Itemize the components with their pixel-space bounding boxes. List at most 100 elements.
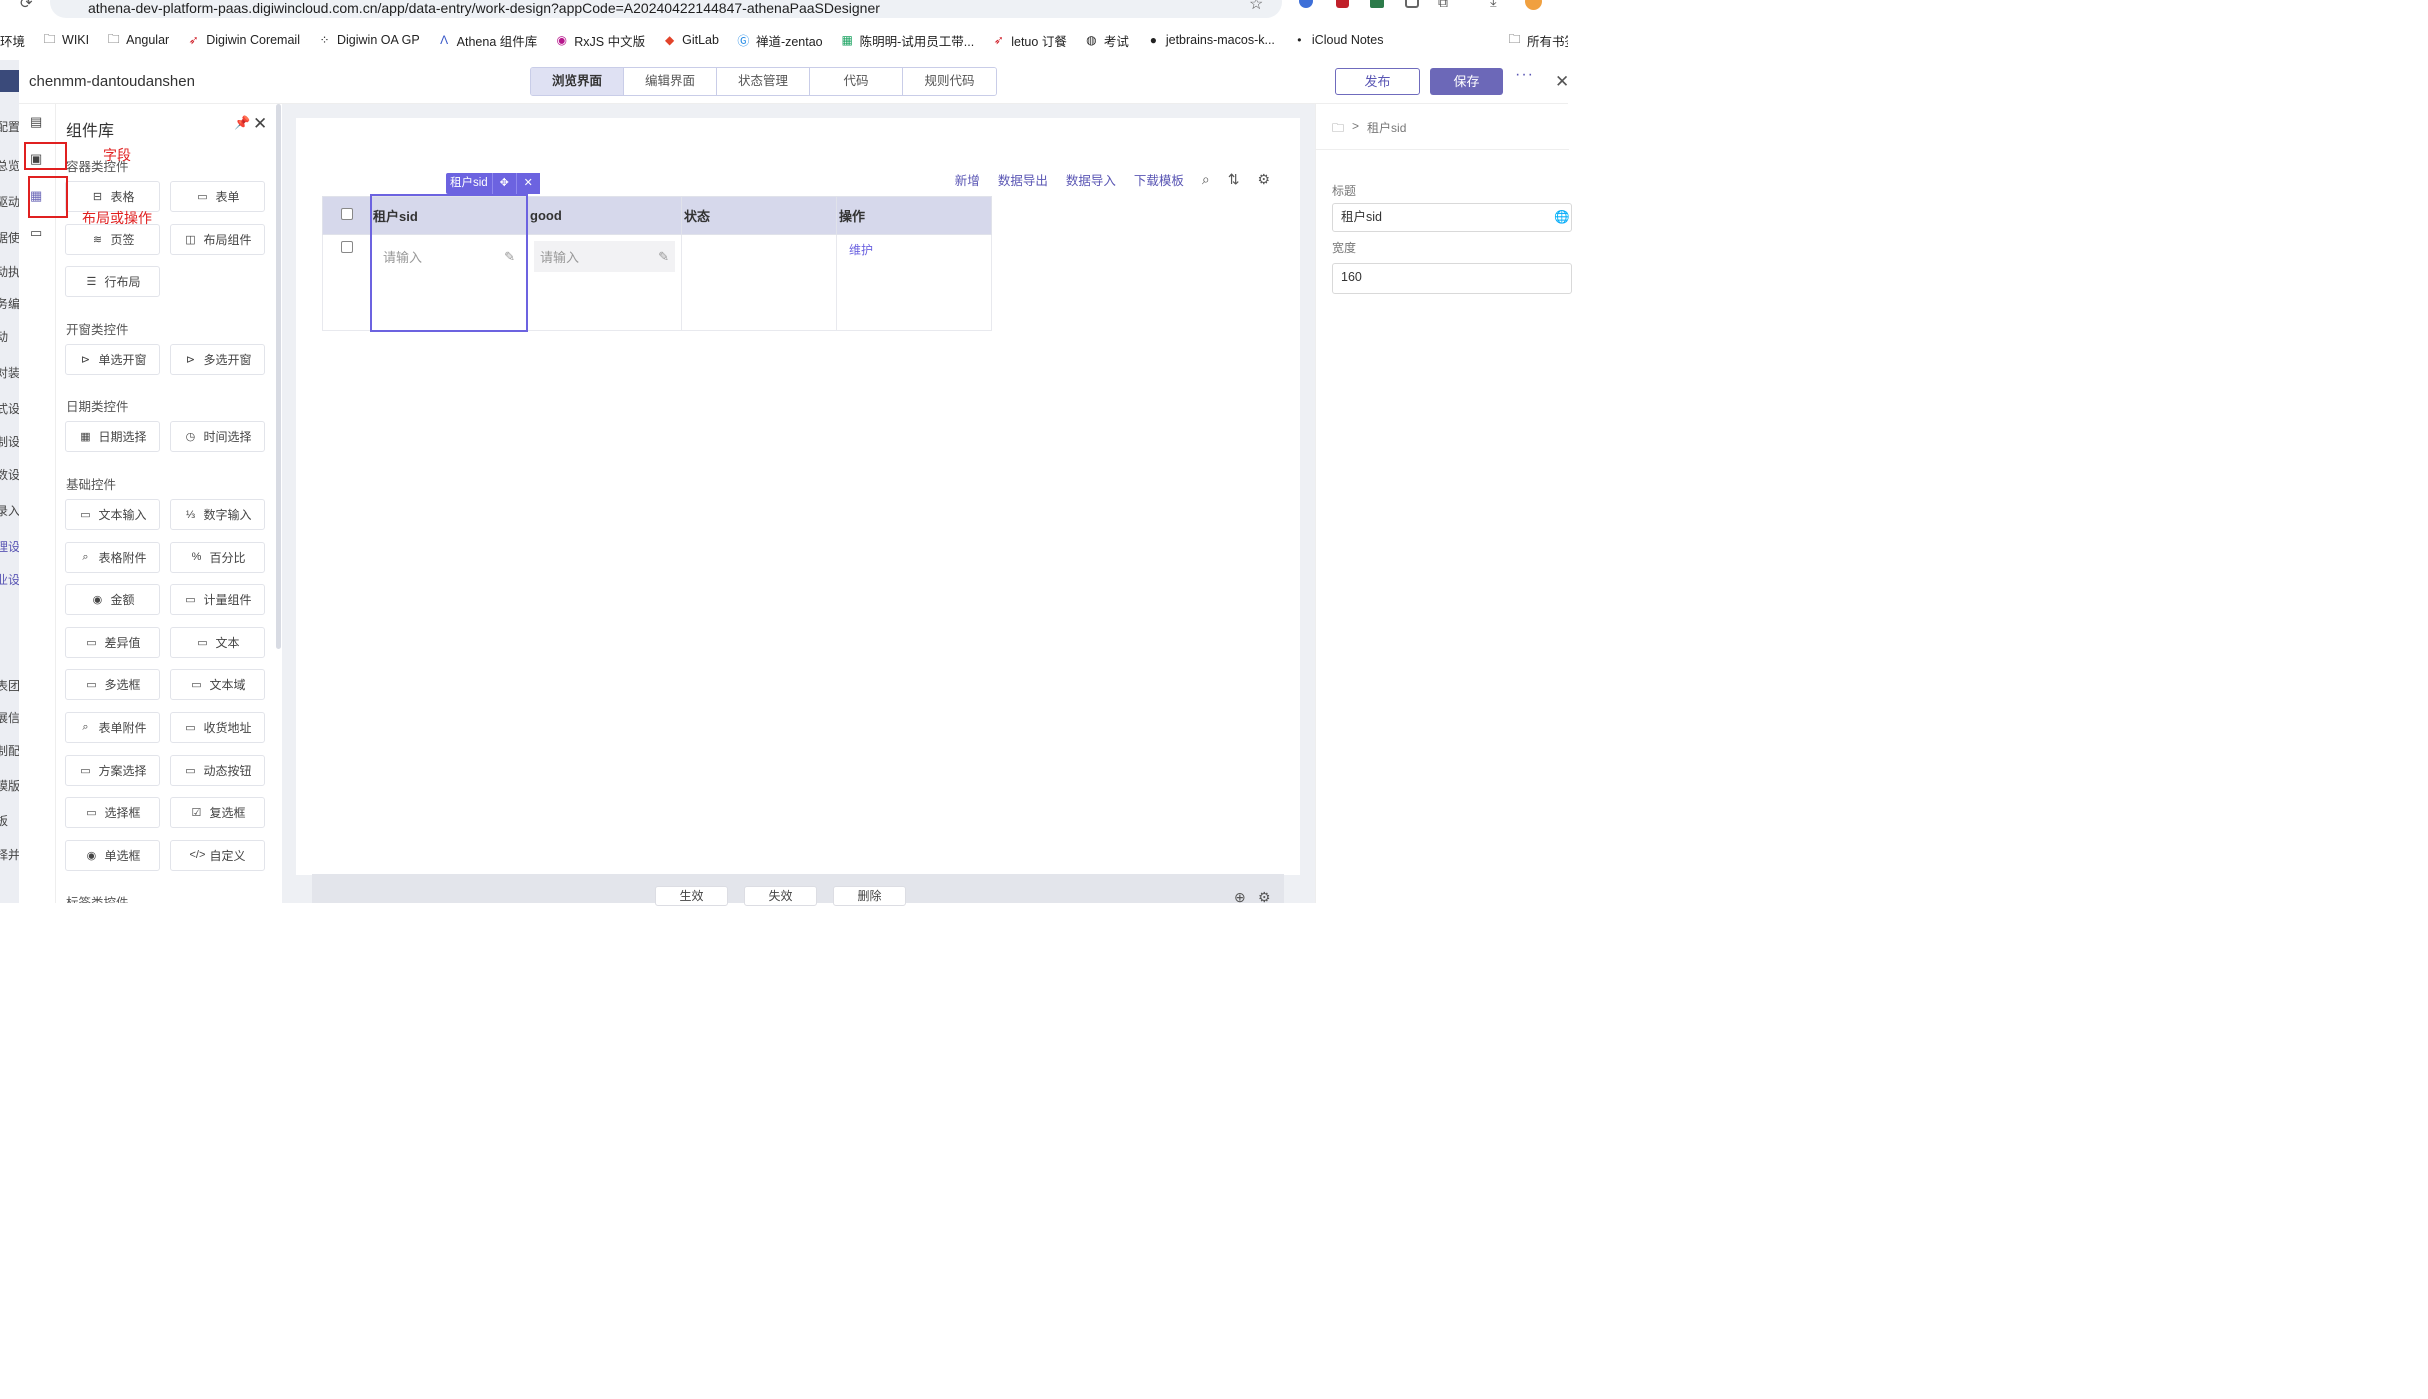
bookmark-item[interactable]: ◉ RxJS 中文版 [554, 31, 646, 50]
tab-code[interactable]: 代码 [810, 68, 903, 95]
column-header[interactable]: 操作 [836, 196, 992, 235]
title-field[interactable]: 租户sid 🌐 [1332, 203, 1572, 232]
tab-edit[interactable]: 编辑界面 [624, 68, 717, 95]
address-field[interactable]: athena-dev-platform-paas.digiwincloud.co… [50, 0, 1282, 18]
component-button[interactable]: % 百分比 [170, 541, 265, 573]
component-button[interactable]: ◉ 金额 [65, 584, 160, 616]
extension-icon[interactable] [1336, 0, 1349, 8]
settings-icon[interactable]: ⚙ [1258, 889, 1271, 906]
component-button[interactable]: ◉ 单选框 [65, 839, 160, 871]
component-button[interactable]: ▭ 表单 [170, 181, 265, 212]
component-button[interactable]: ▭ 选择框 [65, 797, 160, 829]
component-button[interactable]: ▭ 差异值 [65, 626, 160, 658]
row-checkbox[interactable] [340, 241, 353, 253]
bookmark-item[interactable]: 🗀 WIKI [42, 30, 90, 51]
extension-icon[interactable] [1299, 0, 1313, 8]
delete-button[interactable]: 删除 [833, 886, 906, 906]
component-button[interactable]: </> 自定义 [170, 839, 265, 871]
component-button[interactable]: ▭ 文本域 [170, 669, 265, 701]
edit-icon[interactable]: ✎ [658, 249, 669, 265]
close-icon[interactable]: ✕ [1555, 72, 1569, 92]
nav-item[interactable]: 制设 [0, 433, 19, 450]
nav-item[interactable]: 板 [0, 812, 8, 829]
nav-item[interactable]: 展信 [0, 709, 19, 726]
component-button[interactable]: ☑ 复选框 [170, 797, 265, 829]
panel-scrollbar[interactable] [276, 104, 281, 649]
maintain-link[interactable]: 维护 [849, 243, 873, 257]
nav-item[interactable]: 动执 [0, 263, 19, 280]
import-button[interactable]: 数据导入 [1066, 170, 1116, 189]
delete-icon[interactable]: ✕ [515, 173, 540, 194]
component-button[interactable]: ▭ 文本 [170, 626, 265, 658]
move-icon[interactable]: ✥ [491, 173, 516, 194]
search-icon[interactable]: ⌕ [1202, 171, 1210, 188]
nav-item[interactable]: 总览 [0, 157, 19, 174]
nav-item[interactable]: 制配 [0, 742, 19, 759]
component-button[interactable]: ⊳ 单选开窗 [65, 343, 160, 375]
publish-button[interactable]: 发布 [1335, 68, 1420, 95]
nav-item[interactable]: 数设 [0, 466, 19, 483]
bookmark-item[interactable]: • iCloud Notes [1292, 33, 1383, 47]
bookmark-item[interactable]: ➶ letuo 订餐 [991, 31, 1067, 50]
nav-item[interactable]: 理设 [0, 538, 19, 555]
component-button[interactable]: ⌕ 表单附件 [65, 712, 160, 743]
add-circle-icon[interactable]: ⊕ [1234, 889, 1246, 906]
save-button[interactable]: 保存 [1430, 68, 1503, 95]
tab-browse[interactable]: 浏览界面 [531, 68, 624, 95]
component-button[interactable]: ▭ 多选框 [65, 669, 160, 701]
star-icon[interactable]: ☆ [1249, 0, 1263, 14]
component-button[interactable]: ▦ 日期选择 [65, 421, 160, 453]
breadcrumb-item[interactable]: 租户sid [1367, 119, 1406, 140]
puzzle-icon[interactable]: ⧉ [1438, 0, 1448, 11]
nav-item[interactable]: 业设 [0, 571, 19, 588]
add-button[interactable]: 新增 [955, 170, 980, 189]
select-all-checkbox[interactable] [340, 208, 353, 220]
nav-item[interactable]: 择并 [0, 846, 19, 863]
bookmark-item[interactable]: ● jetbrains-macos-k... [1146, 33, 1275, 47]
download-icon[interactable]: ⤓ [1490, 0, 1497, 10]
component-button[interactable]: ▭ 动态按钮 [170, 754, 265, 786]
globe-icon[interactable]: 🌐 [1554, 204, 1570, 231]
component-button[interactable]: ☰ 行布局 [65, 266, 160, 298]
more-icon[interactable]: ··· [1515, 66, 1534, 84]
component-button[interactable]: ⅓ 数字输入 [170, 499, 265, 530]
nav-item[interactable]: 表团 [0, 677, 19, 694]
nav-item[interactable]: 动 [0, 328, 8, 345]
nav-item[interactable]: 式设 [0, 400, 19, 417]
nav-item[interactable]: 模版 [0, 777, 19, 794]
sort-icon[interactable]: ⇅ [1228, 171, 1240, 188]
pin-icon[interactable]: 📌 [234, 115, 250, 131]
bookmark-item[interactable]: ▦ 陈明明-试用员工带... [840, 31, 974, 50]
component-button[interactable]: ⊳ 多选开窗 [170, 343, 265, 375]
component-button[interactable]: ≋ 页签 [65, 223, 160, 255]
component-button[interactable]: ⌕ 表格附件 [65, 541, 160, 573]
column-header[interactable]: good [527, 196, 682, 235]
profile-avatar[interactable] [1525, 0, 1542, 10]
settings-icon[interactable]: ⚙ [1257, 171, 1270, 188]
good-input[interactable]: 请输入 ✎ [534, 241, 675, 272]
bookmark-item[interactable]: Λ Athena 组件库 [437, 31, 537, 50]
component-button[interactable]: ◷ 时间选择 [170, 421, 265, 453]
bookmark-item[interactable]: 🗀 Angular [106, 30, 170, 51]
nav-item[interactable]: 务编 [0, 295, 19, 312]
bookmark-item[interactable]: ⁘ Digiwin OA GP [317, 33, 419, 47]
extension-icon[interactable] [1405, 0, 1419, 8]
nav-item[interactable]: 据使 [0, 229, 19, 246]
bookmark-item[interactable]: ➶ Digiwin Coremail [186, 33, 300, 47]
tab-rule-code[interactable]: 规则代码 [903, 68, 996, 95]
export-button[interactable]: 数据导出 [998, 170, 1048, 189]
component-button[interactable]: ▭ 文本输入 [65, 499, 160, 530]
terminal-icon[interactable]: ▭ [30, 225, 42, 241]
activate-button[interactable]: 生效 [655, 886, 728, 906]
deactivate-button[interactable]: 失效 [744, 886, 817, 906]
extension-icon[interactable] [1370, 0, 1384, 8]
nav-item[interactable]: 对装 [0, 364, 19, 381]
width-field[interactable]: 160 [1332, 263, 1572, 294]
bookmark-item[interactable]: ◍ 考试 [1084, 31, 1129, 50]
bookmark-item[interactable]: Ⓖ 禅道-zentao [736, 31, 822, 50]
page-icon[interactable]: ▤ [30, 114, 42, 130]
bookmark-item[interactable]: 🗀环境 [0, 31, 25, 50]
nav-item[interactable]: 录入 [0, 502, 19, 519]
component-button[interactable]: ▭ 方案选择 [65, 754, 160, 786]
component-button[interactable]: ◫ 布局组件 [170, 223, 265, 255]
